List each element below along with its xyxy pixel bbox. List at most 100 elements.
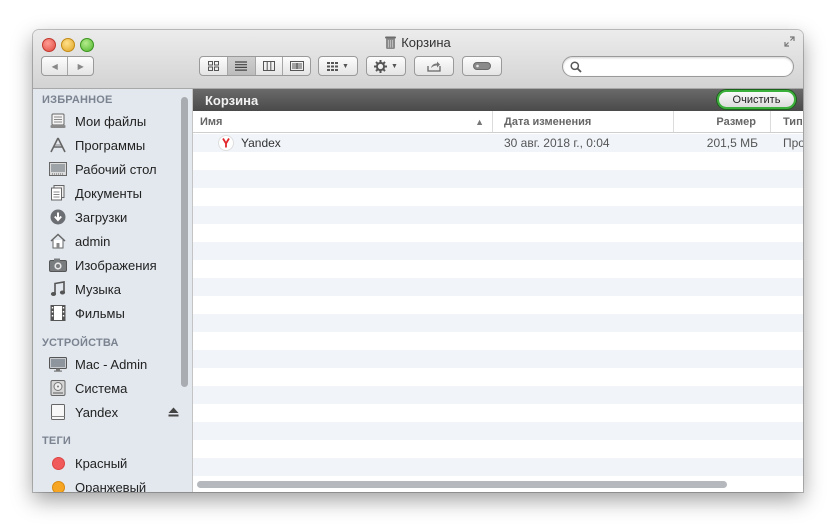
coverflow-view-icon	[289, 61, 304, 71]
window-title-area: Корзина	[33, 35, 803, 52]
yandex-icon	[218, 134, 234, 152]
external-drive-icon	[48, 403, 68, 421]
orange-tag-dot-icon	[52, 480, 65, 492]
sidebar-item-label: Рабочий стол	[75, 161, 157, 177]
sidebar-item-yandex-drive[interactable]: Yandex	[48, 401, 179, 423]
sidebar-item-label: Mac - Admin	[75, 356, 148, 372]
sidebar-item-label: Изображения	[75, 257, 157, 273]
coverflow-view-button[interactable]	[283, 57, 310, 75]
tags-heading: ТЕГИ	[42, 435, 71, 447]
sidebar-item-desktop[interactable]: Рабочий стол	[48, 158, 178, 180]
file-date: 30 авг. 2018 г., 0:04	[504, 136, 610, 150]
sidebar-item-label: Документы	[75, 185, 143, 201]
sidebar-item-applications[interactable]: Программы	[48, 134, 178, 156]
chevron-down-icon: ▼	[391, 62, 398, 70]
list-view-button[interactable]	[227, 57, 256, 75]
empty-row	[193, 458, 803, 476]
column-name-label: Имя	[200, 115, 223, 128]
sidebar-item-label: Мои файлы	[75, 113, 147, 129]
empty-row	[193, 422, 803, 440]
sidebar-item-documents[interactable]: Документы	[48, 182, 178, 204]
title-bar: Корзина ◀ ▶ ▼ ▼	[33, 30, 803, 89]
movies-icon	[48, 304, 68, 322]
folder-title: Корзина	[205, 92, 259, 108]
sidebar-item-mac[interactable]: Mac - Admin	[48, 353, 178, 375]
arrange-button[interactable]: ▼	[318, 56, 358, 76]
file-kind: Про	[783, 136, 803, 150]
icon-view-button[interactable]	[200, 57, 228, 75]
sidebar-item-system[interactable]: Система	[48, 377, 178, 399]
column-header: Имя ▲ Дата изменения Размер Тип	[193, 111, 803, 133]
empty-row	[193, 350, 803, 368]
file-name: Yandex	[241, 136, 281, 150]
sidebar-item-music[interactable]: Музыка	[48, 278, 178, 300]
empty-row	[193, 368, 803, 386]
all-files-icon	[48, 112, 68, 130]
empty-row	[193, 188, 803, 206]
arrange-icon	[327, 61, 339, 71]
hard-disk-icon	[48, 379, 68, 397]
sidebar-scrollbar[interactable]	[181, 97, 188, 387]
fullscreen-icon[interactable]	[784, 36, 795, 50]
empty-row	[193, 152, 803, 170]
sidebar-item-all-files[interactable]: Мои файлы	[48, 110, 178, 132]
icon-view-icon	[207, 61, 219, 71]
sidebar-item-pictures[interactable]: Изображения	[48, 254, 178, 276]
sidebar-item-label: Красный	[75, 455, 128, 471]
downloads-icon	[48, 208, 68, 226]
sidebar-item-home[interactable]: admin	[48, 230, 178, 252]
empty-row	[193, 332, 803, 350]
search-icon	[570, 60, 582, 78]
column-view-button[interactable]	[256, 57, 284, 75]
sidebar-item-downloads[interactable]: Загрузки	[48, 206, 178, 228]
list-view-icon	[235, 61, 248, 71]
column-view-icon	[262, 61, 275, 71]
tags-button[interactable]	[462, 56, 502, 76]
trash-icon	[385, 36, 397, 52]
forward-arrow-icon: ▶	[77, 61, 84, 71]
forward-button[interactable]: ▶	[68, 57, 93, 75]
empty-row	[193, 260, 803, 278]
eject-icon[interactable]	[168, 405, 179, 420]
search-field[interactable]	[562, 56, 794, 77]
sidebar-item-movies[interactable]: Фильмы	[48, 302, 178, 324]
window-title: Корзина	[401, 35, 451, 50]
column-date-label: Дата изменения	[504, 115, 592, 128]
empty-row	[193, 440, 803, 458]
sidebar-item-tag-red[interactable]: Красный	[48, 452, 178, 474]
empty-row	[193, 242, 803, 260]
share-button[interactable]	[414, 56, 454, 76]
back-button[interactable]: ◀	[42, 57, 69, 75]
music-icon	[48, 280, 68, 298]
back-arrow-icon: ◀	[51, 61, 58, 71]
column-size[interactable]: Размер	[674, 111, 771, 132]
column-size-label: Размер	[716, 115, 756, 128]
empty-row	[193, 170, 803, 188]
column-name[interactable]: Имя ▲	[193, 111, 493, 132]
sidebar-item-label: Загрузки	[75, 209, 128, 225]
sidebar-item-tag-orange[interactable]: Оранжевый	[48, 476, 178, 492]
finder-window: Корзина ◀ ▶ ▼ ▼ ИЗБРАННОЕ Мои файлы Прог…	[33, 30, 803, 492]
gear-icon	[374, 59, 388, 73]
pictures-icon	[48, 256, 68, 274]
sidebar-item-label: admin	[75, 233, 111, 249]
column-date[interactable]: Дата изменения	[493, 111, 674, 132]
file-size: 201,5 МБ	[706, 136, 758, 150]
action-button[interactable]: ▼	[366, 56, 406, 76]
sidebar-item-label: Фильмы	[75, 305, 125, 321]
path-bar: Корзина	[193, 89, 803, 111]
chevron-down-icon: ▼	[342, 62, 349, 70]
empty-row	[193, 404, 803, 422]
tag-icon	[473, 62, 491, 70]
search-input[interactable]	[585, 59, 789, 76]
share-icon	[427, 61, 441, 72]
sidebar-item-label: Программы	[75, 137, 146, 153]
column-kind-label: Тип	[783, 115, 803, 128]
horizontal-scrollbar[interactable]	[197, 481, 727, 488]
empty-trash-button[interactable]: Очистить	[717, 90, 796, 109]
devices-heading: УСТРОЙСТВА	[42, 337, 119, 349]
sidebar: ИЗБРАННОЕ Мои файлы Программы Рабочий ст…	[33, 89, 193, 492]
file-row[interactable]: Yandex 30 авг. 2018 г., 0:04 201,5 МБ Про	[193, 134, 803, 152]
column-kind[interactable]: Тип	[771, 111, 803, 132]
sidebar-item-label: Система	[75, 380, 128, 396]
